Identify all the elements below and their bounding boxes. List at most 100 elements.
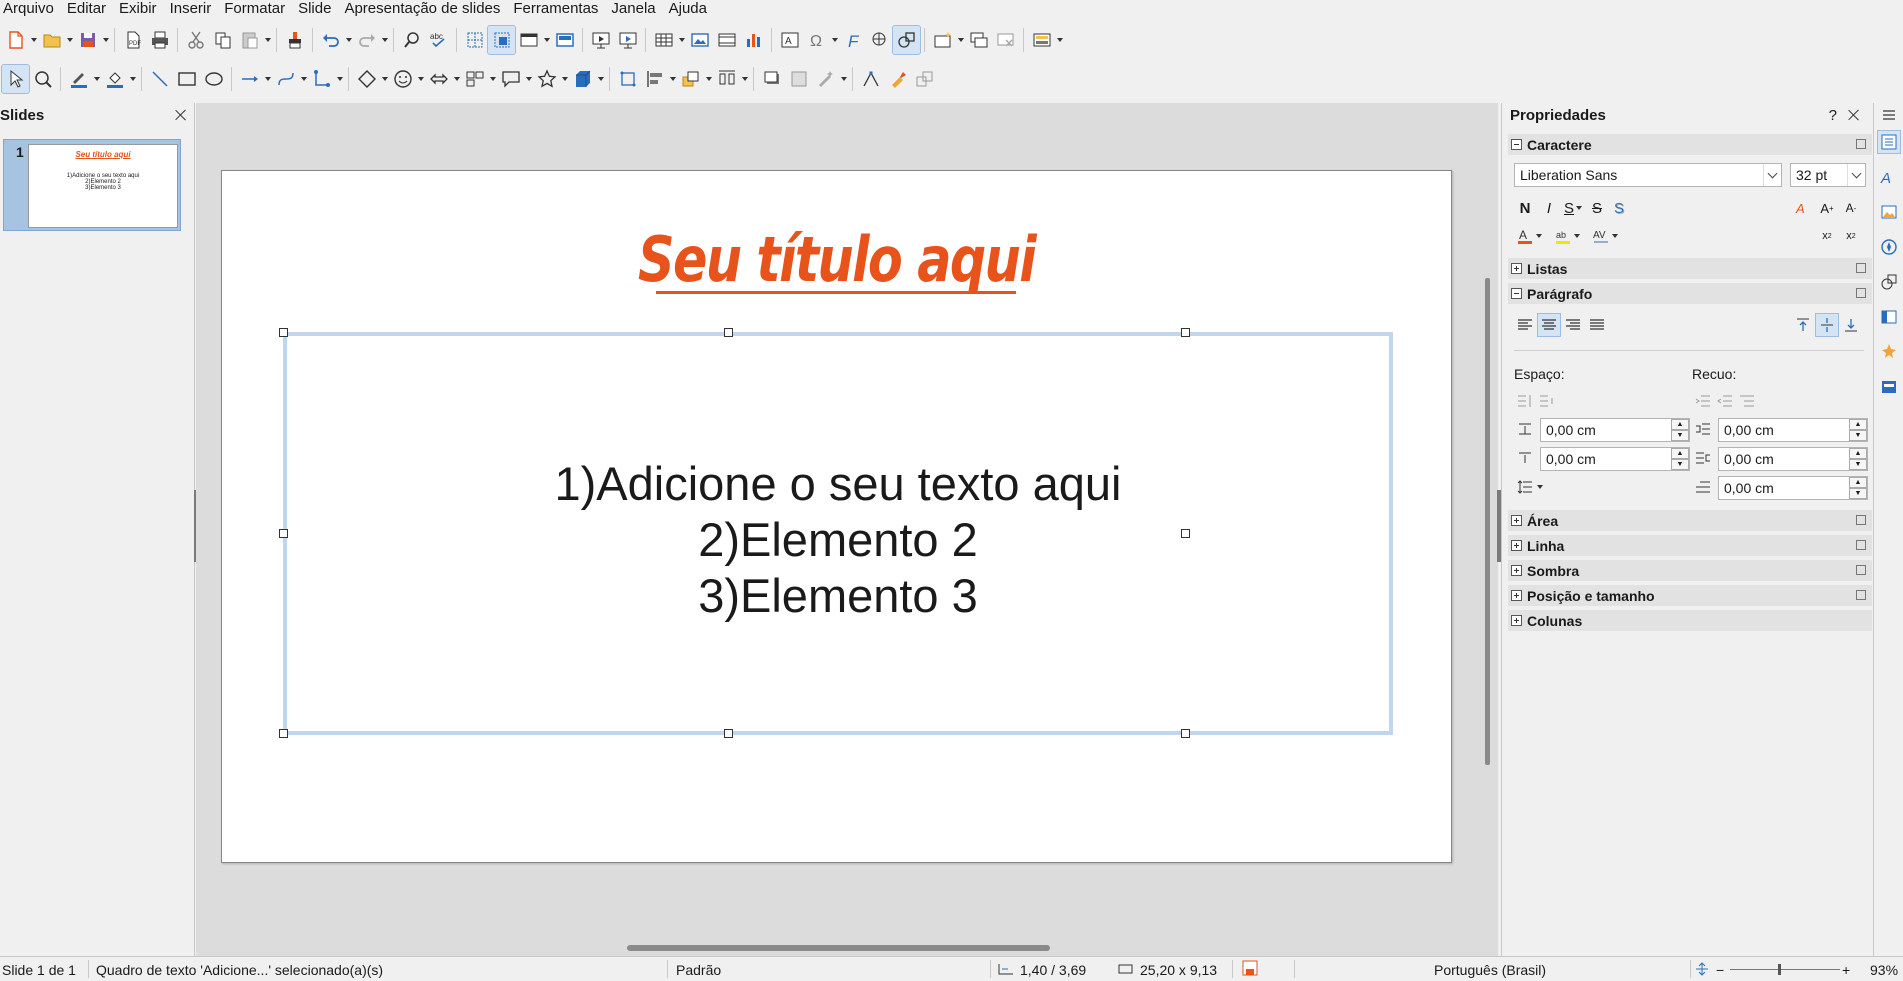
resize-handle-bottom[interactable] <box>724 729 733 738</box>
special-character-icon[interactable]: Ω <box>803 26 830 54</box>
horizontal-scrollbar[interactable] <box>627 945 1050 951</box>
menu-apresentacao[interactable]: Apresentação de slides <box>341 0 510 18</box>
character-spacing-dropdown[interactable] <box>1610 225 1620 247</box>
resize-handle-left[interactable] <box>279 529 288 538</box>
block-arrows-dropdown[interactable] <box>452 65 461 93</box>
resize-handle-right[interactable] <box>1181 529 1190 538</box>
section-sombra[interactable]: Sombra <box>1508 560 1872 581</box>
fontwork-icon[interactable]: F <box>839 26 866 54</box>
master-slide-icon[interactable] <box>551 26 578 54</box>
filter-icon[interactable] <box>812 65 839 93</box>
spacing-below-field[interactable]: 0,00 cm ▲ ▼ <box>1540 447 1690 471</box>
increase-font-icon[interactable]: A + <box>1816 197 1838 219</box>
character-spacing-icon[interactable]: AV <box>1590 225 1612 247</box>
line-spacing-dropdown[interactable] <box>1534 476 1546 498</box>
symbol-shapes-icon[interactable] <box>389 65 416 93</box>
basic-shapes-dropdown[interactable] <box>380 65 389 93</box>
resize-handle-bottom-right[interactable] <box>1181 729 1190 738</box>
align-top-icon[interactable] <box>1792 314 1814 336</box>
sidebar-menu-icon[interactable] <box>1878 104 1900 126</box>
zoom-out-icon[interactable]: − <box>1716 962 1724 978</box>
align-bottom-icon[interactable] <box>1840 314 1862 336</box>
more-options-icon[interactable] <box>1856 540 1866 550</box>
menu-slide[interactable]: Slide <box>295 0 341 18</box>
arrange-dropdown[interactable] <box>704 65 713 93</box>
superscript-icon[interactable]: x2 <box>1816 225 1838 247</box>
document-modified-icon[interactable] <box>1242 960 1258 979</box>
start-current-slide-icon[interactable] <box>614 26 641 54</box>
resize-handle-bottom-left[interactable] <box>279 729 288 738</box>
symbol-shapes-dropdown[interactable] <box>416 65 425 93</box>
align-objects-dropdown[interactable] <box>668 65 677 93</box>
shapes-tab-icon[interactable] <box>1878 271 1900 293</box>
slide-thumbnail-1[interactable]: 1 Seu título aqui 1)Adicione o seu texto… <box>3 139 181 231</box>
section-linha[interactable]: Linha <box>1508 535 1872 556</box>
toggle-extrusion-icon[interactable] <box>911 65 938 93</box>
show-draw-functions-icon[interactable] <box>892 25 921 55</box>
font-color-dropdown[interactable] <box>1534 225 1544 247</box>
zoom-pan-icon[interactable] <box>29 65 56 93</box>
new-dropdown[interactable] <box>29 26 38 54</box>
close-icon[interactable] <box>174 108 188 122</box>
menu-exibir[interactable]: Exibir <box>116 0 167 18</box>
image-icon[interactable] <box>686 26 713 54</box>
align-objects-icon[interactable] <box>641 65 668 93</box>
clear-formatting-icon[interactable]: A <box>1792 197 1814 219</box>
undo-icon[interactable] <box>317 26 344 54</box>
delete-slide-icon[interactable] <box>992 26 1019 54</box>
before-text-indent-icon[interactable] <box>1692 418 1714 440</box>
font-name-field[interactable]: Liberation Sans <box>1514 163 1782 187</box>
line-spacing-icon[interactable] <box>1514 476 1536 498</box>
highlight-color-icon[interactable]: ab <box>1552 225 1574 247</box>
arrange-icon[interactable] <box>677 65 704 93</box>
font-size-field[interactable]: 32 pt <box>1790 163 1866 187</box>
vertical-scrollbar[interactable] <box>1485 278 1490 765</box>
menu-ferramentas[interactable]: Ferramentas <box>510 0 608 18</box>
section-area[interactable]: Área <box>1508 510 1872 531</box>
start-first-slide-icon[interactable] <box>587 26 614 54</box>
spin-buttons[interactable]: ▲ ▼ <box>1671 419 1689 441</box>
indent-before-field[interactable]: 0,00 cm ▲ ▼ <box>1718 418 1868 442</box>
helplines-icon[interactable] <box>487 25 516 55</box>
lines-arrows-icon[interactable] <box>236 65 263 93</box>
glue-points-icon[interactable] <box>884 65 911 93</box>
clone-formatting-icon[interactable] <box>281 26 308 54</box>
decrease-paragraph-spacing-icon[interactable] <box>1536 390 1558 412</box>
increase-indent-icon[interactable] <box>1692 390 1714 412</box>
select-arrow-icon[interactable] <box>1 64 30 94</box>
flowchart-icon[interactable] <box>461 65 488 93</box>
display-views-icon[interactable] <box>515 26 542 54</box>
indent-first-line-field[interactable]: 0,00 cm ▲ ▼ <box>1718 476 1868 500</box>
expand-icon[interactable] <box>1511 540 1522 551</box>
flowchart-dropdown[interactable] <box>488 65 497 93</box>
undo-dropdown[interactable] <box>344 26 353 54</box>
menu-editar[interactable]: Editar <box>64 0 116 18</box>
language-status[interactable]: Português (Brasil) <box>1434 962 1546 978</box>
new-slide-dropdown[interactable] <box>956 26 965 54</box>
section-listas[interactable]: Listas <box>1508 258 1872 279</box>
slide-canvas[interactable]: Seu título aqui 1)Adicione o seu texto a… <box>221 170 1452 863</box>
display-grid-icon[interactable] <box>461 26 488 54</box>
underline-dropdown[interactable] <box>1574 197 1584 219</box>
open-folder-icon[interactable] <box>38 26 65 54</box>
collapse-icon[interactable] <box>1511 139 1522 150</box>
zoom-slider-thumb[interactable] <box>1778 964 1781 975</box>
selected-text-box[interactable]: 1)Adicione o seu texto aqui 2)Elemento 2… <box>283 332 1393 735</box>
slide-transition-tab-icon[interactable] <box>1878 306 1900 328</box>
text-box-content[interactable]: 1)Adicione o seu texto aqui 2)Elemento 2… <box>287 456 1389 624</box>
open-dropdown[interactable] <box>65 26 74 54</box>
line-icon[interactable] <box>146 65 173 93</box>
strikethrough-button[interactable]: S <box>1586 197 1608 219</box>
bold-button[interactable]: N <box>1514 197 1536 219</box>
navigator-tab-icon[interactable] <box>1878 236 1900 258</box>
align-right-icon[interactable] <box>1562 314 1584 336</box>
stars-dropdown[interactable] <box>560 65 569 93</box>
more-options-icon[interactable] <box>1856 515 1866 525</box>
lines-arrows-dropdown[interactable] <box>263 65 272 93</box>
expand-icon[interactable] <box>1511 515 1522 526</box>
menu-arquivo[interactable]: Arquivo <box>0 0 64 18</box>
decrease-indent-icon[interactable] <box>1714 390 1736 412</box>
subscript-icon[interactable]: x2 <box>1840 225 1862 247</box>
more-options-icon[interactable] <box>1856 288 1866 298</box>
align-middle-icon[interactable] <box>1815 313 1839 337</box>
